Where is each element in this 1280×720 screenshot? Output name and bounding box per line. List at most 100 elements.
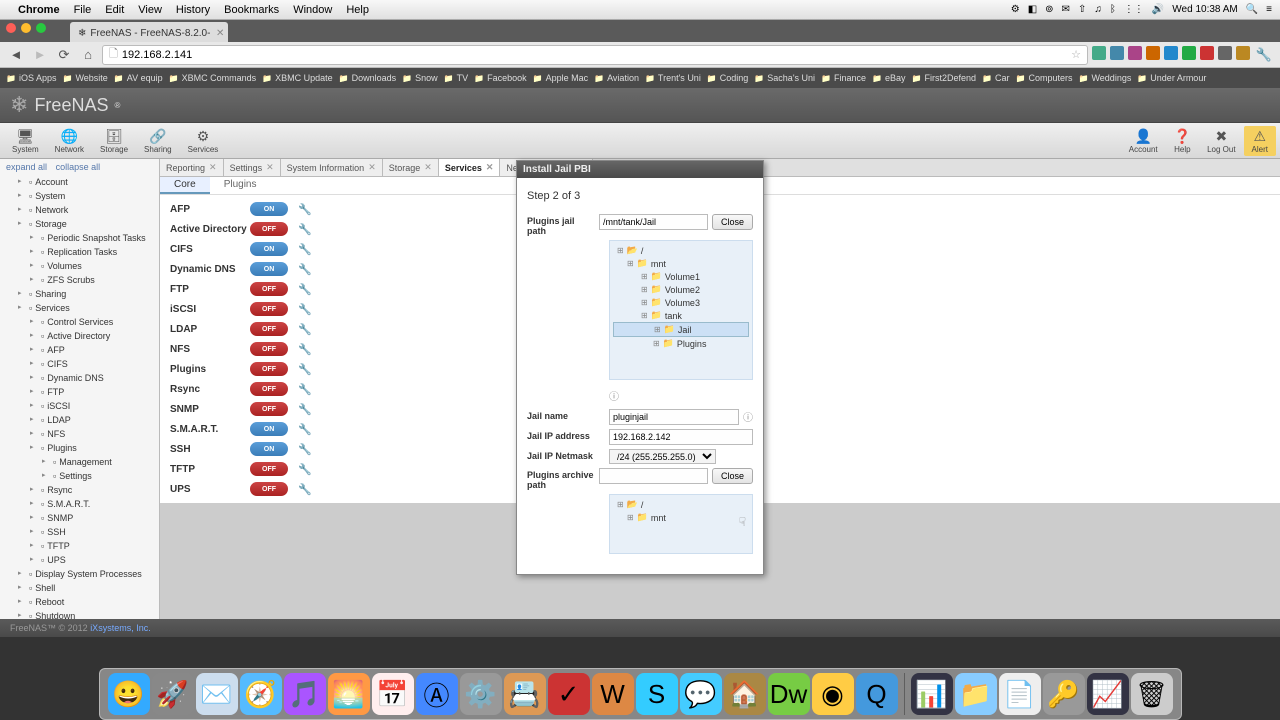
dock-quicktime-icon[interactable]: Q [856,673,898,715]
bookmark-item[interactable]: Under Armour [1137,73,1206,83]
toolbar-sharing-button[interactable]: 🔗Sharing [136,126,180,156]
service-settings-icon[interactable]: 🔧 [298,243,312,256]
sidebar-item[interactable]: ▫Reboot [0,595,159,609]
bookmark-item[interactable]: First2Defend [912,73,977,83]
bookmark-item[interactable]: Coding [707,73,749,83]
browser-tab[interactable]: ❄ FreeNAS - FreeNAS-8.2.0- ✕ [70,22,228,42]
service-toggle[interactable]: OFF [250,362,288,376]
tab-close-icon[interactable]: ✕ [209,162,217,173]
sidebar-item[interactable]: ▫FTP [0,385,159,399]
service-settings-icon[interactable]: 🔧 [298,303,312,316]
window-zoom-icon[interactable] [36,23,46,33]
service-settings-icon[interactable]: 🔧 [298,263,312,276]
tab[interactable]: System Information ✕ [281,159,383,176]
sidebar-item[interactable]: ▫Dynamic DNS [0,371,159,385]
status-icon[interactable]: ⚙ [1011,4,1020,15]
service-settings-icon[interactable]: 🔧 [298,323,312,336]
extension-icon[interactable] [1218,46,1232,60]
bookmark-item[interactable]: Finance [821,73,866,83]
bookmark-item[interactable]: TV [444,73,468,83]
menu-help[interactable]: Help [346,4,369,16]
subtab[interactable]: Core [160,177,210,194]
notifications-icon[interactable]: ≡ [1266,4,1272,15]
sidebar-item[interactable]: ▫Plugins [0,441,159,455]
menu-window[interactable]: Window [293,4,332,16]
app-menu[interactable]: Chrome [18,4,60,16]
bookmark-item[interactable]: Computers [1016,73,1073,83]
jail-path-input[interactable] [599,214,708,230]
menu-history[interactable]: History [176,4,210,16]
tree-node[interactable]: 📁Volume1 [613,270,749,283]
bookmark-item[interactable]: Snow [402,73,437,83]
toolbar-storage-button[interactable]: 🗄Storage [92,126,136,156]
bookmark-item[interactable]: Trent's Uni [645,73,701,83]
sidebar-item[interactable]: ▫SNMP [0,511,159,525]
tree-node[interactable]: 📁tank [613,309,749,322]
bluetooth-icon[interactable]: ᛒ [1110,4,1116,15]
wrench-menu-icon[interactable]: 🔧 [1254,46,1274,64]
home-button[interactable]: ⌂ [78,46,98,64]
sidebar-item[interactable]: ▫Active Directory [0,329,159,343]
dock-folder-icon[interactable]: 📁 [955,673,997,715]
sidebar-item[interactable]: ▫Network [0,203,159,217]
toolbar-logout-button[interactable]: ✖Log Out [1199,126,1243,156]
sidebar-item[interactable]: ▫S.M.A.R.T. [0,497,159,511]
service-settings-icon[interactable]: 🔧 [298,363,312,376]
sidebar-item[interactable]: ▫Periodic Snapshot Tasks [0,231,159,245]
menu-view[interactable]: View [138,4,162,16]
service-toggle[interactable]: OFF [250,222,288,236]
bookmark-item[interactable]: Website [63,73,108,83]
tree-node[interactable]: 📁Jail [613,322,749,337]
extension-icon[interactable] [1182,46,1196,60]
vendor-link[interactable]: iXsystems, Inc. [90,623,151,633]
sidebar-item[interactable]: ▫Account [0,175,159,189]
dock-launchpad-icon[interactable]: 🚀 [152,673,194,715]
tab-close-icon[interactable]: ✕ [266,162,274,173]
service-toggle[interactable]: ON [250,262,288,276]
sidebar-item[interactable]: ▫CIFS [0,357,159,371]
expand-all-link[interactable]: expand all [6,162,47,172]
dock-activity-icon[interactable]: 📊 [911,673,953,715]
sidebar-item[interactable]: ▫Services [0,301,159,315]
extension-icon[interactable] [1200,46,1214,60]
dock-textedit-icon[interactable]: 📄 [999,673,1041,715]
dock-home-icon[interactable]: 🏠 [724,673,766,715]
info-icon[interactable]: ⓘ [609,392,619,403]
sidebar-item[interactable]: ▫iSCSI [0,399,159,413]
dock-iphoto-icon[interactable]: 🌅 [328,673,370,715]
sidebar-item[interactable]: ▫UPS [0,553,159,567]
tab-close-icon[interactable]: ✕ [486,162,494,173]
dock-keychain-icon[interactable]: 🔑 [1043,673,1085,715]
tree-node[interactable]: 📂/ [613,244,749,257]
dock-contacts-icon[interactable]: 📇 [504,673,546,715]
dock-finder-icon[interactable]: 😀 [108,673,150,715]
service-toggle[interactable]: ON [250,202,288,216]
close-tree1-button[interactable]: Close [712,214,753,230]
service-toggle[interactable]: OFF [250,302,288,316]
bookmark-item[interactable]: Facebook [474,73,527,83]
tree-node[interactable]: 📁Volume3 [613,296,749,309]
menu-file[interactable]: File [74,4,92,16]
extension-icon[interactable] [1110,46,1124,60]
status-icon[interactable]: ⇧ [1078,4,1086,15]
service-settings-icon[interactable]: 🔧 [298,463,312,476]
bookmark-item[interactable]: Weddings [1079,73,1132,83]
bookmark-item[interactable]: Aviation [594,73,639,83]
bookmark-item[interactable]: XBMC Update [262,73,333,83]
bookmark-item[interactable]: Car [982,73,1009,83]
service-settings-icon[interactable]: 🔧 [298,383,312,396]
back-button[interactable]: ◄ [6,46,26,64]
extension-icon[interactable] [1236,46,1250,60]
volume-icon[interactable]: 🔊 [1152,4,1164,15]
sidebar-item[interactable]: ▫Replication Tasks [0,245,159,259]
status-icon[interactable]: ✉ [1062,4,1070,15]
collapse-all-link[interactable]: collapse all [56,162,101,172]
tab[interactable]: Settings ✕ [224,159,281,176]
info-icon[interactable]: ⓘ [743,409,753,424]
service-settings-icon[interactable]: 🔧 [298,343,312,356]
extension-icon[interactable] [1128,46,1142,60]
sidebar-item[interactable]: ▫Storage [0,217,159,231]
service-toggle[interactable]: OFF [250,462,288,476]
bookmark-item[interactable]: XBMC Commands [169,73,257,83]
bookmark-star-icon[interactable]: ☆ [1071,48,1081,61]
